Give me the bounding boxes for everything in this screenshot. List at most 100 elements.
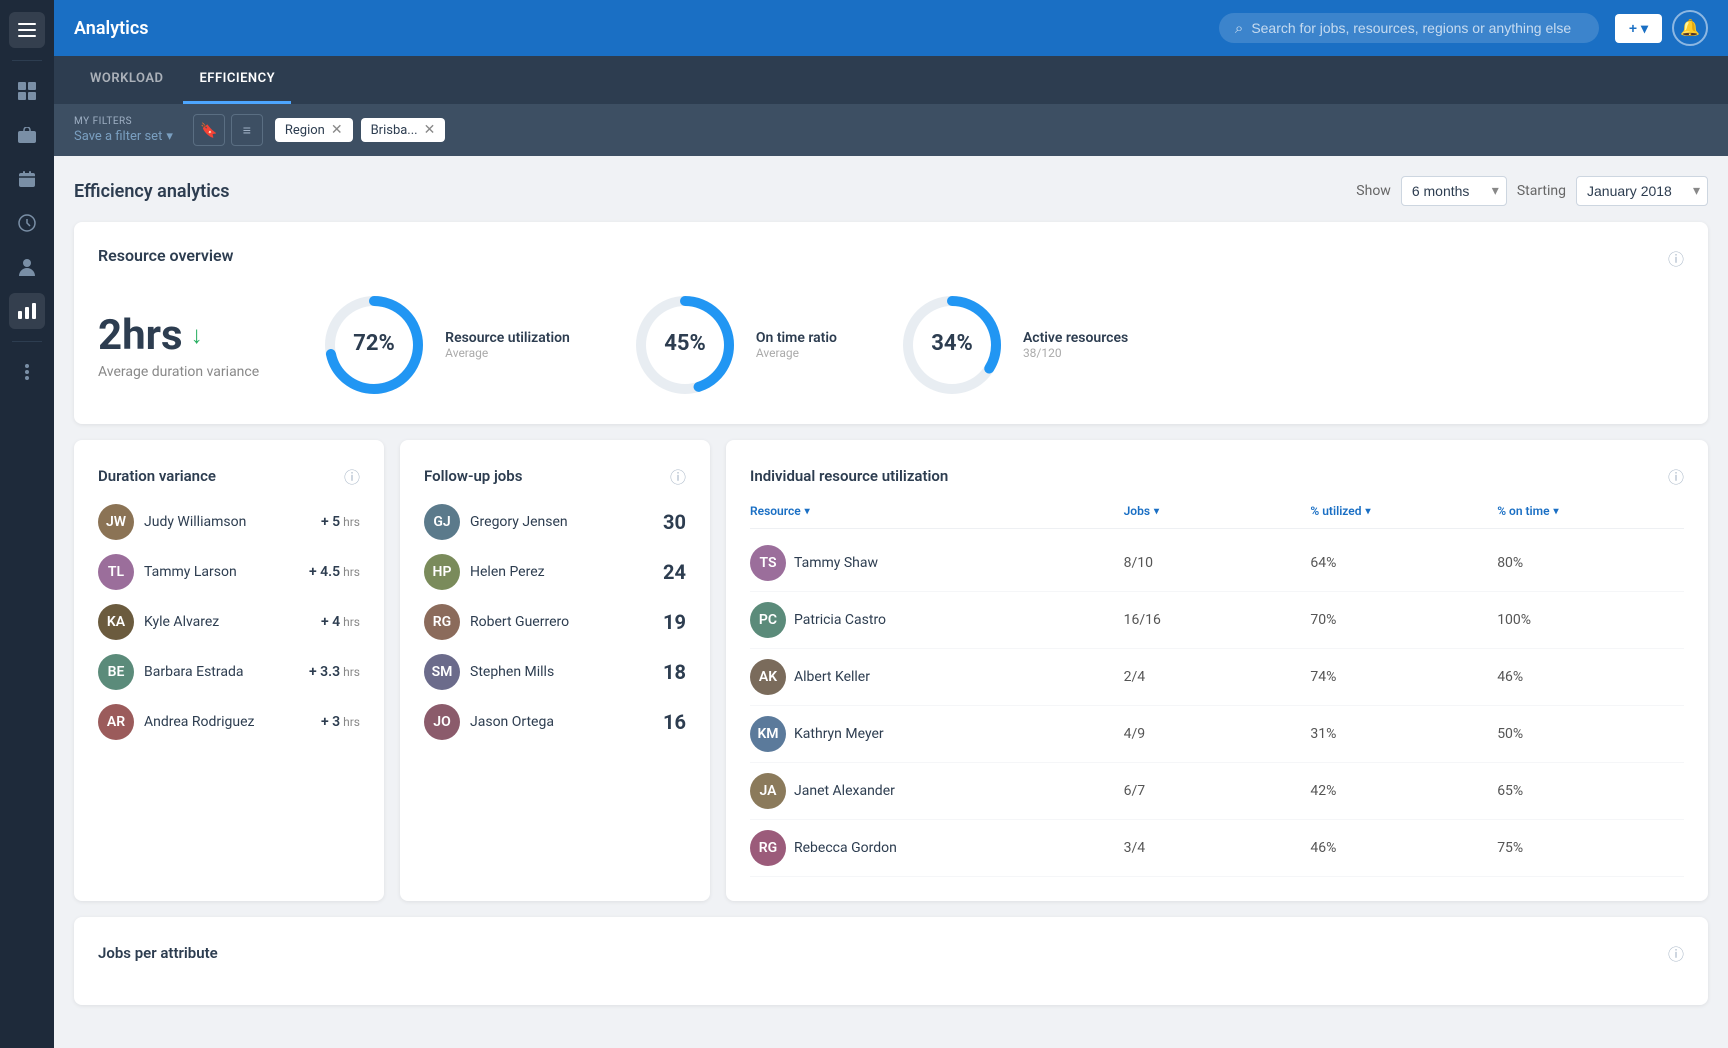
filter-list-button[interactable]: ≡ xyxy=(231,114,263,146)
sidebar-icon-person[interactable] xyxy=(9,249,45,285)
resource-utilization-label: Resource utilization xyxy=(445,330,570,346)
jobs-per-attribute-info-icon[interactable]: ⓘ xyxy=(1668,941,1684,965)
jobs-per-attribute-header: Jobs per attribute ⓘ xyxy=(98,941,1684,965)
sidebar-icon-more[interactable] xyxy=(9,354,45,390)
jobs-per-attribute-card: Jobs per attribute ⓘ xyxy=(74,917,1708,1005)
starting-select[interactable]: January 2018 February 2018 March 2018 xyxy=(1576,176,1708,206)
table-row: RG Rebecca Gordon 3/4 46% 75% xyxy=(750,820,1684,877)
utilization-info-icon[interactable]: ⓘ xyxy=(1668,464,1684,488)
avatar: HP xyxy=(424,554,460,590)
active-resources-sublabel: 38/120 xyxy=(1023,346,1128,360)
util-pct-cell: 74% xyxy=(1310,669,1497,685)
active-resources-donut: 34% xyxy=(897,290,1007,400)
resource-overview-title: Resource overview xyxy=(98,246,233,265)
followup-jobs-info-icon[interactable]: ⓘ xyxy=(670,464,686,488)
util-resource-cell: RG Rebecca Gordon xyxy=(750,830,1124,866)
util-jobs-cell: 2/4 xyxy=(1124,669,1311,685)
duration-trend-icon: ↓ xyxy=(191,321,203,350)
active-resources-label: Active resources xyxy=(1023,330,1128,346)
on-time-ratio-donut: 45% xyxy=(630,290,740,400)
avatar: JA xyxy=(750,773,786,809)
sidebar-divider xyxy=(12,60,42,61)
followup-jobs-panel: Follow-up jobs ⓘ GJ Gregory Jensen 30 HP… xyxy=(400,440,710,901)
avatar: AK xyxy=(750,659,786,695)
resource-name: Judy Williamson xyxy=(144,514,311,530)
table-row: PC Patricia Castro 16/16 70% 100% xyxy=(750,592,1684,649)
util-resource-cell: JA Janet Alexander xyxy=(750,773,1124,809)
resource-name: Jason Ortega xyxy=(470,714,653,730)
tab-efficiency[interactable]: EFFICIENCY xyxy=(183,56,291,104)
duration-variance-panel-header: Duration variance ⓘ xyxy=(98,464,360,488)
notification-button[interactable]: 🔔 xyxy=(1672,10,1708,46)
util-ontime-cell: 80% xyxy=(1497,555,1684,571)
sidebar-icon-menu[interactable] xyxy=(9,12,45,48)
resource-value: + 4 xyxy=(321,614,340,630)
sidebar-icon-dashboard[interactable] xyxy=(9,73,45,109)
util-pct-cell: 70% xyxy=(1310,612,1497,628)
sidebar-icon-clock[interactable] xyxy=(9,205,45,241)
col-pct-on-time[interactable]: % on time ▾ xyxy=(1497,504,1684,518)
list-item: TL Tammy Larson + 4.5 hrs xyxy=(98,554,360,590)
avatar: KM xyxy=(750,716,786,752)
save-filter-set[interactable]: Save a filter set ▾ xyxy=(74,129,173,144)
list-item: BE Barbara Estrada + 3.3 hrs xyxy=(98,654,360,690)
page-header: Efficiency analytics Show 6 months 3 mon… xyxy=(74,176,1708,206)
avatar: JW xyxy=(98,504,134,540)
duration-variance-info-icon[interactable]: ⓘ xyxy=(344,464,360,488)
col-pct-utilized[interactable]: % utilized ▾ xyxy=(1310,504,1497,518)
duration-variance-panel: Duration variance ⓘ JW Judy Williamson +… xyxy=(74,440,384,901)
svg-text:45%: 45% xyxy=(664,331,706,356)
list-item: HP Helen Perez 24 xyxy=(424,554,686,590)
app-title: Analytics xyxy=(74,18,1203,39)
show-select[interactable]: 6 months 3 months 12 months xyxy=(1401,176,1507,206)
utilization-panel-title: Individual resource utilization xyxy=(750,467,948,485)
show-select-wrapper: 6 months 3 months 12 months xyxy=(1401,176,1507,206)
resource-value: + 3.3 xyxy=(309,664,340,680)
resource-overview-info-icon[interactable]: ⓘ xyxy=(1668,246,1684,270)
sidebar-icon-briefcase[interactable] xyxy=(9,117,45,153)
util-jobs-cell: 4/9 xyxy=(1124,726,1311,742)
avatar: TS xyxy=(750,545,786,581)
avatar: PC xyxy=(750,602,786,638)
search-input[interactable] xyxy=(1251,20,1583,36)
search-bar[interactable]: ⌕ xyxy=(1219,13,1599,43)
resource-name: Kyle Alvarez xyxy=(144,614,311,630)
filterbar: MY FILTERS Save a filter set ▾ 🔖 ≡ Regio… xyxy=(54,104,1728,156)
followup-jobs-panel-title: Follow-up jobs xyxy=(424,467,522,485)
on-time-ratio-sublabel: Average xyxy=(756,346,837,360)
avatar: BE xyxy=(98,654,134,690)
col-resource[interactable]: Resource ▾ xyxy=(750,504,1124,518)
add-button[interactable]: + ▾ xyxy=(1615,14,1662,43)
util-ontime-cell: 100% xyxy=(1497,612,1684,628)
util-ontime-cell: 65% xyxy=(1497,783,1684,799)
filter-tag-region-remove[interactable]: ✕ xyxy=(331,122,343,138)
resource-name: Gregory Jensen xyxy=(470,514,653,530)
svg-text:72%: 72% xyxy=(353,331,395,356)
sidebar-icon-calendar[interactable] xyxy=(9,161,45,197)
filter-bookmark-button[interactable]: 🔖 xyxy=(193,114,225,146)
filter-icon-group: 🔖 ≡ xyxy=(193,114,263,146)
filter-tag-brisbane-remove[interactable]: ✕ xyxy=(424,122,436,138)
avatar: JO xyxy=(424,704,460,740)
util-pct-cell: 31% xyxy=(1310,726,1497,742)
util-resource-cell: PC Patricia Castro xyxy=(750,602,1124,638)
starting-select-wrapper: January 2018 February 2018 March 2018 xyxy=(1576,176,1708,206)
my-filters-label: MY FILTERS xyxy=(74,116,173,127)
avatar: RG xyxy=(750,830,786,866)
page-controls: Show 6 months 3 months 12 months Startin… xyxy=(1356,176,1708,206)
duration-variance-metric: 2hrs ↓ Average duration variance xyxy=(98,311,259,380)
table-row: TS Tammy Shaw 8/10 64% 80% xyxy=(750,535,1684,592)
filter-tags: Region ✕ Brisba... ✕ xyxy=(275,118,445,142)
followup-count: 18 xyxy=(663,660,686,684)
sort-arrow-resource: ▾ xyxy=(805,506,810,517)
utilization-panel-header: Individual resource utilization ⓘ xyxy=(750,464,1684,488)
util-resource-cell: KM Kathryn Meyer xyxy=(750,716,1124,752)
tab-workload[interactable]: WORKLOAD xyxy=(74,56,179,104)
resource-utilization-donut: 72% xyxy=(319,290,429,400)
search-icon: ⌕ xyxy=(1235,19,1243,37)
col-jobs[interactable]: Jobs ▾ xyxy=(1124,504,1311,518)
main-area: Analytics ⌕ + ▾ 🔔 WORKLOAD EFFICIENCY MY… xyxy=(54,0,1728,1048)
followup-jobs-list: GJ Gregory Jensen 30 HP Helen Perez 24 R… xyxy=(424,504,686,740)
resource-utilization-metric: 72% Resource utilization Average xyxy=(319,290,570,400)
sidebar-icon-analytics[interactable] xyxy=(9,293,45,329)
